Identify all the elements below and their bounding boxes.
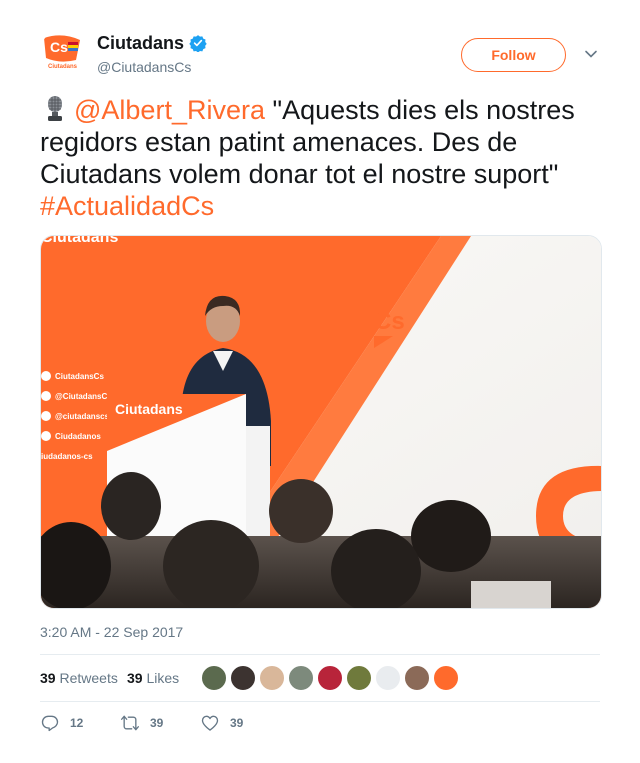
microphone-icon [48, 96, 62, 121]
heart-icon [201, 715, 219, 731]
retweet-count: 39 [150, 716, 164, 730]
liker-avatar[interactable] [259, 665, 285, 691]
liker-avatar[interactable] [346, 665, 372, 691]
tweet-text: @Albert_Rivera "Aquests dies els nostres… [40, 94, 610, 222]
retweet-icon [121, 715, 139, 731]
avatar[interactable]: Cs Ciutadans [40, 30, 84, 74]
liker-avatar[interactable] [230, 665, 256, 691]
podium-label: Ciutadans [115, 401, 183, 417]
like-count: 39 [230, 716, 244, 730]
verified-badge-icon [189, 35, 207, 52]
avatar-logo-text: Cs [50, 39, 68, 55]
avatar-subtext: Ciutadans [48, 64, 78, 70]
divider [40, 654, 600, 655]
liker-avatar[interactable] [404, 665, 430, 691]
social-item-2: @CiutadansC [55, 392, 107, 401]
social-item-3: @ciutadanscs [55, 412, 110, 421]
reply-count: 12 [70, 716, 84, 730]
banner-top-text: Ciutadans [41, 236, 118, 246]
social-item-5: iudadanos-cs [41, 452, 93, 461]
liker-avatar[interactable] [433, 665, 459, 691]
chevron-down-icon[interactable] [584, 47, 598, 61]
follow-button[interactable]: Follow [461, 38, 566, 72]
liker-avatar[interactable] [288, 665, 314, 691]
like-button[interactable]: 39 [200, 713, 243, 733]
user-handle[interactable]: @CiutadansCs [97, 58, 191, 76]
liker-avatar[interactable] [317, 665, 343, 691]
likes-count: 39 [127, 670, 143, 686]
retweet-button[interactable]: 39 [120, 713, 163, 733]
tweet-photo[interactable]: Cs Ciutadans CiutadansCs @CiutadansC @ci… [40, 235, 602, 609]
likes-stat[interactable]: 39 Likes [127, 669, 179, 687]
reply-icon [41, 715, 59, 732]
liker-avatar[interactable] [201, 665, 227, 691]
retweets-label: Retweets [59, 670, 118, 686]
retweets-stat[interactable]: 39 Retweets [40, 669, 118, 687]
wall-logo: Cs [374, 308, 405, 335]
reply-button[interactable]: 12 [40, 713, 83, 733]
retweets-count: 39 [40, 670, 56, 686]
tweet-timestamp[interactable]: 3:20 AM - 22 Sep 2017 [40, 623, 183, 641]
divider [40, 701, 600, 702]
user-name[interactable]: Ciutadans [97, 33, 184, 53]
likes-label: Likes [146, 670, 180, 686]
social-item-4: Ciudadanos [55, 432, 101, 441]
liker-avatar[interactable] [375, 665, 401, 691]
tweet-card: Cs Ciutadans Ciutadans @CiutadansCs Foll… [0, 0, 640, 763]
social-item-1: CiutadansCs [55, 372, 104, 381]
mention-link[interactable]: @Albert_Rivera [74, 95, 265, 125]
hashtag-link[interactable]: #ActualidadCs [40, 191, 214, 221]
